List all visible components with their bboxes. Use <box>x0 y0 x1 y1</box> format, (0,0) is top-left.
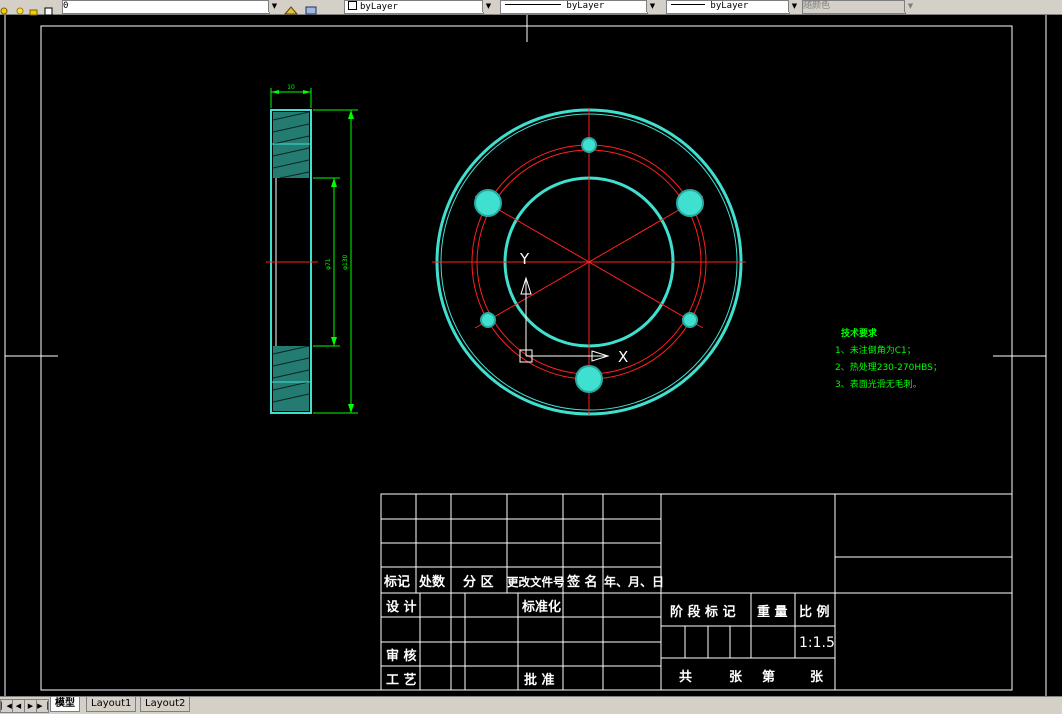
layer-color-swatch-icon <box>42 1 54 16</box>
last-tab-button[interactable]: ▶▕ <box>36 699 49 713</box>
layer-dropdown-arrow[interactable]: ▼ <box>268 0 280 12</box>
front-view <box>432 108 746 416</box>
tb-rev-mark: 标记 <box>383 574 410 590</box>
tab-layout1[interactable]: Layout1 <box>86 697 137 712</box>
tb-weight: 重 量 <box>757 604 788 620</box>
tab-model[interactable]: 模型 <box>50 697 80 712</box>
tb-standardize: 标准化 <box>521 599 561 615</box>
linetype-value: byLayer <box>566 1 605 11</box>
linetype-dropdown-arrow[interactable]: ▼ <box>646 0 658 12</box>
tb-review: 审 核 <box>386 648 417 664</box>
dim-thickness-text: 10 <box>287 84 295 91</box>
tb-scale-value: 1:1.5 <box>799 635 835 651</box>
ucs-y-label: Y <box>519 250 530 268</box>
dim-inner-text: φ71 <box>325 258 332 270</box>
plotstyle-dropdown-arrow: ▼ <box>904 0 916 12</box>
lineweight-dropdown-arrow[interactable]: ▼ <box>788 0 800 12</box>
tab-layout2[interactable]: Layout2 <box>140 697 191 712</box>
properties-toolbar: 0 ▼ byLayer ▼ byLayer ▼ byLayer ▼ 随颜色 ▼ <box>0 0 1062 16</box>
tab-layout1-label: Layout1 <box>91 698 132 709</box>
tb-sheet-end: 张 <box>810 670 824 685</box>
tech-note-1: 1、未注倒角为C1； <box>835 344 916 356</box>
tb-rev-sign: 签 名 <box>566 574 598 590</box>
tb-sheet-no: 第 <box>762 669 775 685</box>
layer-previous-icon[interactable] <box>304 1 317 15</box>
lineweight-value: byLayer <box>710 1 749 11</box>
tab-model-label: 模型 <box>55 698 75 709</box>
tb-design: 设 计 <box>386 599 417 615</box>
section-view: 10 φ71 φ130 <box>266 84 358 414</box>
make-current-layer-icon[interactable] <box>283 1 299 15</box>
color-dropdown-arrow[interactable]: ▼ <box>482 0 494 12</box>
drawing-border <box>40 25 1013 691</box>
tb-scale-label: 比 例 <box>799 604 830 620</box>
tb-rev-count: 处数 <box>418 574 446 590</box>
tb-total: 共 <box>679 669 692 685</box>
tech-notes-title: 技术要求 <box>841 327 878 339</box>
lineweight-dropdown[interactable]: byLayer <box>666 0 790 14</box>
tb-sheets: 张 <box>729 670 743 685</box>
ucs-x-label: X <box>618 348 628 366</box>
lock-icon[interactable] <box>28 1 40 16</box>
color-dropdown[interactable]: byLayer <box>344 0 484 14</box>
tb-approve: 批 准 <box>524 672 555 688</box>
tb-rev-zone: 分 区 <box>463 574 494 590</box>
tech-notes: 技术要求 1、未注倒角为C1； 2、热处理230-270HBS； 3、表面光滑无… <box>835 327 942 390</box>
tech-note-3: 3、表面光滑无毛刺。 <box>835 378 922 390</box>
tb-rev-doc: 更改文件号 <box>507 575 565 589</box>
ucs-icon <box>519 276 610 363</box>
layer-dropdown[interactable]: 0 <box>62 0 270 14</box>
plotstyle-value: 随颜色 <box>803 1 831 11</box>
dim-outer-text: φ130 <box>342 254 349 270</box>
tb-rev-date: 年、月、日 <box>604 574 664 589</box>
plotstyle-dropdown: 随颜色 <box>802 0 906 14</box>
drawing-canvas[interactable]: 10 φ71 φ130 Y X 技术要求 1、未注倒角为C1； 2、热处理230… <box>0 15 1062 696</box>
tb-process: 工 艺 <box>386 672 417 688</box>
tech-note-2: 2、热处理230-270HBS； <box>835 361 942 373</box>
layer-value: 0 <box>63 1 69 11</box>
tb-stage-mark: 阶 段 标 记 <box>670 604 736 620</box>
linetype-dropdown[interactable]: byLayer <box>500 0 648 14</box>
title-block <box>380 493 1013 691</box>
color-value: byLayer <box>360 2 398 12</box>
layout-tabs-bar: ▏◀ ◀ ▶ ▶▕ 模型 Layout1 Layout2 <box>0 696 1062 714</box>
tab-layout2-label: Layout2 <box>145 698 186 709</box>
layer-state-icon[interactable] <box>0 1 12 15</box>
sun-icon[interactable] <box>14 1 26 15</box>
